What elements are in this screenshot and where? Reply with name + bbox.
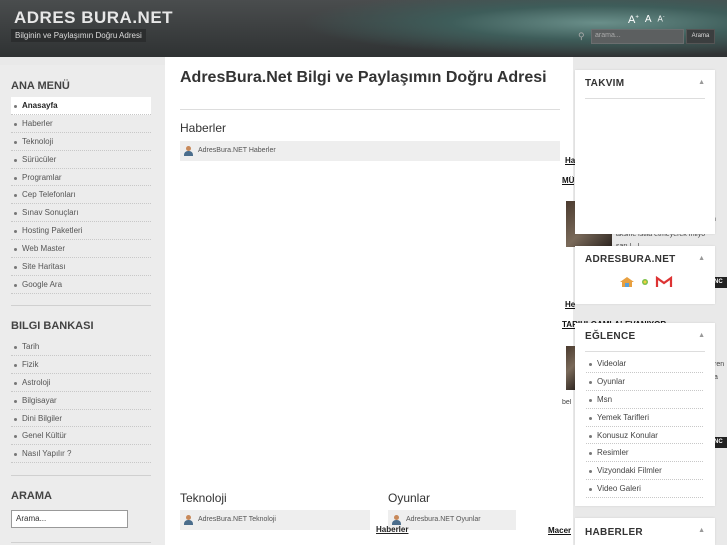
menu-item-anasayfa[interactable]: Anasayfa: [11, 97, 151, 115]
macera-link[interactable]: Macer: [548, 526, 571, 535]
haberler-heading[interactable]: Haberler: [180, 121, 226, 135]
news-link-fragment[interactable]: Ha: [565, 156, 575, 165]
eglence-item-yemek-tarifleri[interactable]: Yemek Tarifleri: [586, 409, 703, 427]
bank-item-fizik[interactable]: Fizik: [11, 356, 151, 374]
user-icon: [392, 515, 401, 525]
oyunlar-bar-label: Adresbura.NET Oyunlar: [406, 516, 481, 523]
collapse-icon[interactable]: ▲: [698, 332, 705, 339]
font-size-controls: A+ A A-: [628, 14, 665, 26]
gmail-icon[interactable]: [655, 276, 673, 288]
adresbura-widget: ADRESBURA.NET ▲: [575, 246, 715, 304]
collapse-icon[interactable]: ▲: [698, 527, 705, 534]
flower-icon[interactable]: [638, 276, 652, 288]
site-header: ADRES BURA.NET Bilginin ve Paylaşımın Do…: [0, 0, 727, 57]
sidebar-divider: [11, 305, 151, 306]
widget-divider: [585, 98, 705, 99]
eglence-item-resimler[interactable]: Resimler: [586, 444, 703, 463]
menu-item-suruculer[interactable]: Sürücüler: [11, 151, 151, 169]
haberler-category-bar[interactable]: AdresBura.NET Haberler: [180, 141, 560, 161]
bank-item-tarih[interactable]: Tarih: [11, 338, 151, 356]
user-icon: [184, 515, 193, 525]
sidebar-search-input[interactable]: Arama...: [11, 510, 128, 528]
teknoloji-category-bar[interactable]: AdresBura.NET Teknoloji: [180, 510, 370, 530]
main-menu-title: ANA MENÜ: [11, 80, 70, 92]
menu-item-sinav-sonuclari[interactable]: Sınav Sonuçları: [11, 204, 151, 223]
sidebar-divider: [11, 542, 151, 543]
collapse-icon[interactable]: ▲: [698, 255, 705, 262]
arama-title: ARAMA: [11, 490, 52, 502]
main-menu: Anasayfa Haberler Teknoloji Sürücüler Pr…: [11, 97, 151, 294]
bank-item-astroloji[interactable]: Astroloji: [11, 374, 151, 392]
news-excerpt-fragment: a: [714, 374, 718, 381]
bilgi-bankasi-title: BILGI BANKASI: [11, 320, 94, 332]
menu-item-programlar[interactable]: Programlar: [11, 169, 151, 187]
eglence-item-vizyondaki-filmler[interactable]: Vizyondaki Filmler: [586, 462, 703, 481]
takvim-widget: TAKVIM ▲: [575, 70, 715, 234]
takvim-title: TAKVIM: [585, 78, 625, 89]
menu-item-site-haritasi[interactable]: Site Haritası: [11, 258, 151, 276]
eglence-item-konusuz-konular[interactable]: Konusuz Konular: [586, 427, 703, 445]
social-icons: [619, 276, 673, 288]
collapse-icon[interactable]: ▲: [698, 79, 705, 86]
home-icon[interactable]: [619, 276, 635, 288]
search-icon: ⚲: [578, 31, 585, 41]
header-search-input[interactable]: arama...: [591, 29, 684, 44]
title-divider: [180, 109, 560, 110]
oyunlar-heading[interactable]: Oyunlar: [388, 491, 430, 505]
adresbura-title: ADRESBURA.NET: [585, 254, 676, 265]
teknoloji-bar-label: AdresBura.NET Teknoloji: [198, 516, 276, 523]
eglence-item-video-galeri[interactable]: Video Galeri: [586, 480, 703, 499]
menu-item-web-master[interactable]: Web Master: [11, 240, 151, 259]
eglence-item-msn[interactable]: Msn: [586, 391, 703, 409]
teknoloji-heading[interactable]: Teknoloji: [180, 491, 227, 505]
eglence-title: EĞLENCE: [585, 331, 636, 342]
menu-item-haberler[interactable]: Haberler: [11, 115, 151, 133]
read-more-button[interactable]: NC: [714, 277, 727, 288]
menu-item-cep-telefonlari[interactable]: Cep Telefonları: [11, 186, 151, 205]
site-logo[interactable]: ADRES BURA.NET: [14, 8, 173, 28]
haberler-widget-title: HABERLER: [585, 527, 643, 538]
font-increase-button[interactable]: A+: [628, 14, 639, 26]
haberler-bar-label: AdresBura.NET Haberler: [198, 147, 276, 154]
menu-item-hosting-paketleri[interactable]: Hosting Paketleri: [11, 222, 151, 241]
site-tagline: Bilginin ve Paylaşımın Doğru Adresi: [11, 29, 146, 42]
eglence-item-videolar[interactable]: Videolar: [586, 355, 703, 373]
font-reset-button[interactable]: A: [645, 14, 652, 26]
news-headline-fragment[interactable]: MÜ: [562, 176, 574, 185]
bilgi-bankasi-menu: Tarih Fizik Astroloji Bilgisayar Dini Bi…: [11, 338, 151, 464]
eglence-list: Videolar Oyunlar Msn Yemek Tarifleri Kon…: [586, 355, 703, 499]
header-search-button[interactable]: Arama: [686, 29, 715, 44]
widget-divider: [585, 351, 705, 352]
sidebar-divider: [11, 475, 151, 476]
eglence-item-oyunlar[interactable]: Oyunlar: [586, 373, 703, 391]
news-excerpt-fragment: ren: [714, 361, 725, 368]
user-icon: [184, 146, 193, 156]
haberler-widget: HABERLER ▲: [575, 518, 715, 545]
news-link-fragment[interactable]: He: [565, 300, 575, 309]
bank-item-dini-bilgiler[interactable]: Dini Bilgiler: [11, 410, 151, 428]
bank-item-bilgisayar[interactable]: Bilgisayar: [11, 392, 151, 410]
bank-item-genel-kultur[interactable]: Genel Kültür: [11, 427, 151, 446]
menu-item-teknoloji[interactable]: Teknoloji: [11, 133, 151, 151]
menu-item-google-ara[interactable]: Google Ara: [11, 276, 151, 294]
read-more-button[interactable]: NC: [714, 437, 727, 448]
page-title: AdresBura.Net Bilgi ve Paylaşımın Doğru …: [180, 69, 547, 86]
font-decrease-button[interactable]: A-: [658, 14, 665, 26]
haberler-link[interactable]: Haberler: [376, 525, 408, 534]
bank-item-nasil-yapilir[interactable]: Nasıl Yapılır ?: [11, 445, 151, 464]
main-content: AdresBura.Net Bilgi ve Paylaşımın Doğru …: [165, 57, 573, 545]
